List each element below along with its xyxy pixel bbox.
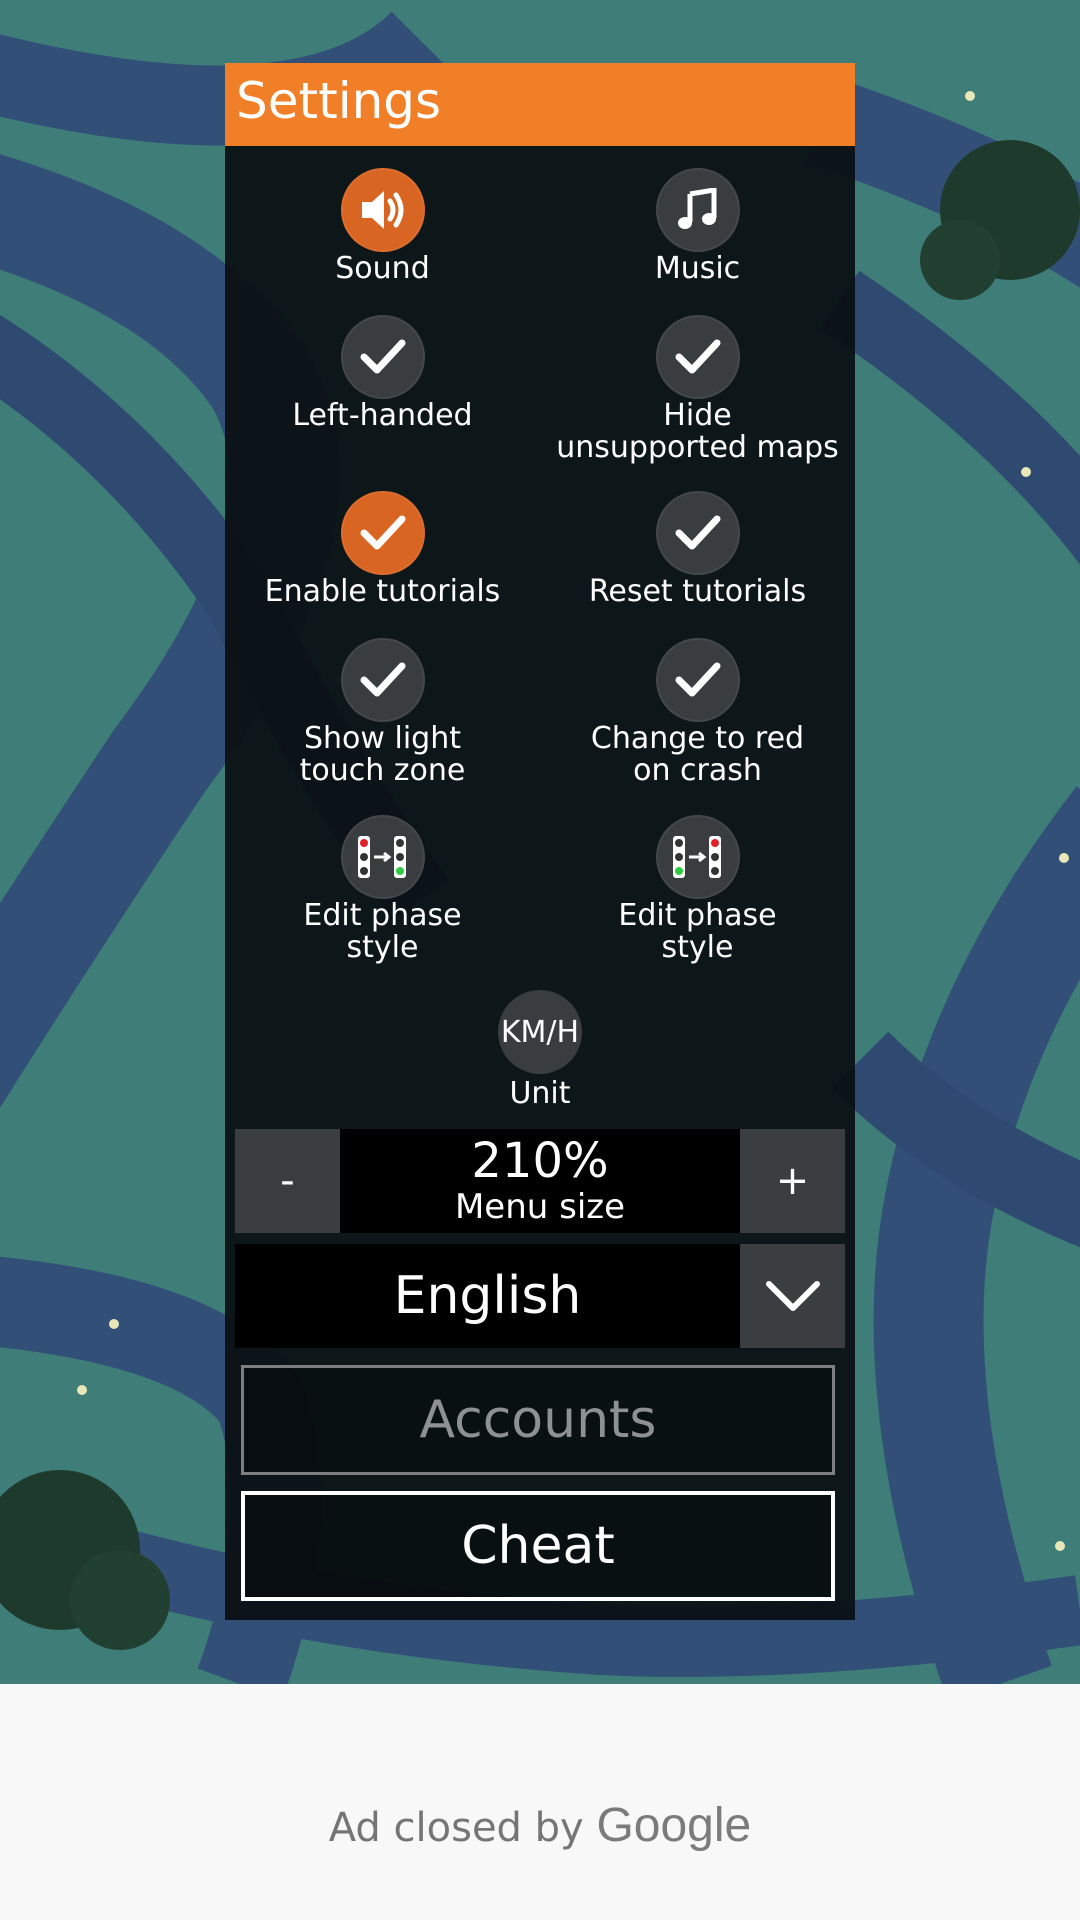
menu-size-value: 210% — [471, 1133, 609, 1189]
edit-phase-style-label-line1: Edit phase — [303, 898, 462, 933]
show-light-touch-zone-toggle[interactable]: Show light touch zone — [225, 638, 540, 786]
settings-panel: Settings Sound Music Left-handed Hide un… — [225, 63, 855, 1620]
unit-toggle[interactable]: KM/H Unit — [440, 990, 640, 1111]
menu-size-control: - 210% Menu size + — [235, 1129, 845, 1233]
ad-banner: Ad closed by Google — [0, 1684, 1080, 1920]
google-logo: Google — [596, 1799, 752, 1852]
settings-title: Settings — [236, 72, 442, 130]
traffic-light-phase-icon[interactable] — [340, 815, 425, 899]
edit-phase-style-label-line1: Edit phase — [618, 898, 777, 933]
reset-tutorials-button[interactable]: Reset tutorials — [540, 491, 855, 607]
checkmark-icon[interactable] — [655, 638, 740, 722]
cheat-button[interactable]: Cheat — [241, 1491, 835, 1601]
change-to-red-on-crash-label-line1: Change to red — [590, 721, 805, 756]
music-note-icon[interactable] — [655, 168, 740, 252]
edit-phase-style-label-line2: style — [346, 930, 419, 965]
speaker-icon[interactable] — [340, 168, 425, 252]
music-toggle[interactable]: Music — [540, 168, 855, 284]
ad-closed-text: Ad closed by Google — [0, 1798, 1080, 1853]
music-label: Music — [654, 251, 741, 286]
hide-unsupported-maps-label-line1: Hide — [663, 398, 732, 433]
unit-value: KM/H — [500, 1014, 580, 1050]
sound-label: Sound — [335, 251, 430, 286]
checkmark-icon[interactable] — [340, 638, 425, 722]
checkmark-icon[interactable] — [340, 315, 425, 399]
ad-closed-label: Ad closed by — [328, 1805, 584, 1851]
left-handed-toggle[interactable]: Left-handed — [225, 315, 540, 431]
menu-size-increase-button[interactable]: + — [740, 1129, 845, 1233]
unit-label: Unit — [509, 1076, 571, 1111]
checkmark-icon[interactable] — [340, 491, 425, 575]
edit-phase-style-button-left[interactable]: Edit phase style — [225, 815, 540, 963]
checkmark-icon[interactable] — [655, 491, 740, 575]
hide-unsupported-maps-toggle[interactable]: Hide unsupported maps — [540, 315, 855, 463]
change-to-red-on-crash-label-line2: on crash — [633, 753, 762, 788]
checkmark-icon[interactable] — [655, 315, 740, 399]
show-light-touch-zone-label-line2: touch zone — [299, 753, 466, 788]
accounts-button[interactable]: Accounts — [241, 1365, 835, 1475]
chevron-down-icon[interactable] — [740, 1244, 845, 1348]
traffic-light-phase-icon[interactable] — [655, 815, 740, 899]
sound-toggle[interactable]: Sound — [225, 168, 540, 284]
reset-tutorials-label: Reset tutorials — [588, 574, 807, 609]
language-select[interactable]: English — [235, 1244, 845, 1348]
unit-button[interactable]: KM/H — [498, 990, 582, 1074]
left-handed-label: Left-handed — [292, 398, 473, 433]
show-light-touch-zone-label-line1: Show light — [304, 721, 461, 756]
change-to-red-on-crash-toggle[interactable]: Change to red on crash — [540, 638, 855, 786]
hide-unsupported-maps-label-line2: unsupported maps — [556, 430, 839, 465]
settings-header: Settings — [225, 63, 855, 146]
enable-tutorials-label: Enable tutorials — [264, 574, 501, 609]
menu-size-decrease-button[interactable]: - — [235, 1129, 340, 1233]
menu-size-label: Menu size — [454, 1187, 626, 1227]
enable-tutorials-toggle[interactable]: Enable tutorials — [225, 491, 540, 607]
edit-phase-style-label-line2: style — [661, 930, 734, 965]
language-value: English — [393, 1266, 582, 1326]
edit-phase-style-button-right[interactable]: Edit phase style — [540, 815, 855, 963]
